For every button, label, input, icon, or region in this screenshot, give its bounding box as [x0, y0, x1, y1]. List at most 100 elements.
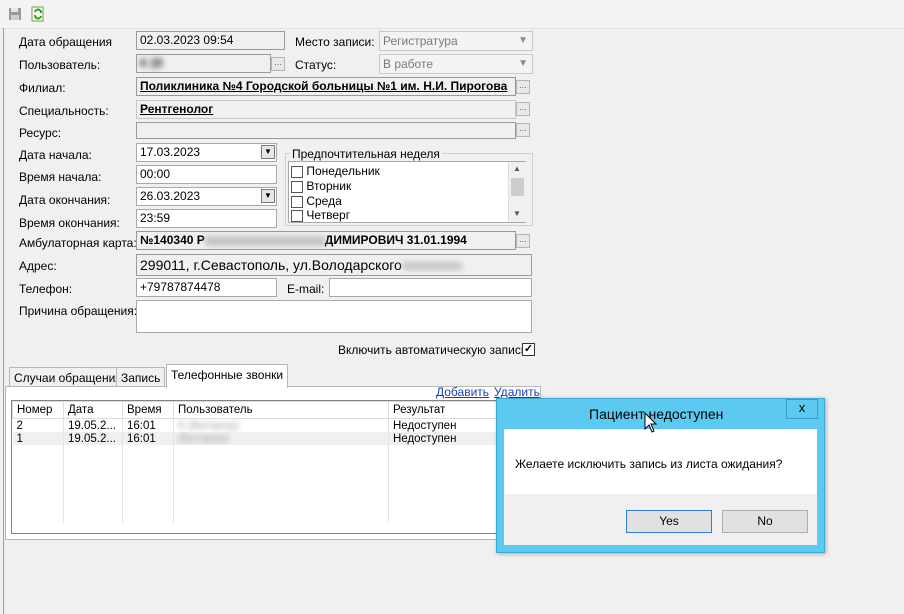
auto-record-checkbox[interactable]: ✓: [522, 343, 535, 356]
table-row-empty: [12, 458, 534, 471]
weekday-scrollbar[interactable]: ▲ ▼: [508, 162, 526, 222]
start-date-dropdown-icon[interactable]: ▼: [261, 145, 275, 159]
status-select-value: В работе: [383, 57, 434, 71]
date-field[interactable]: 02.03.2023 09:54: [136, 31, 285, 50]
end-date-label: Дата окончания:: [19, 193, 111, 207]
status-label: Статус:: [295, 58, 337, 72]
resource-select-button[interactable]: ...: [516, 123, 530, 137]
user-label: Пользователь:: [19, 58, 101, 72]
checkbox[interactable]: [291, 165, 303, 178]
address-redacted: [401, 262, 462, 271]
no-button[interactable]: No: [722, 510, 808, 533]
yes-button[interactable]: Yes: [626, 510, 712, 533]
weekday-label: Среда: [306, 194, 342, 208]
patient-unavailable-dialog: Пациент недоступен x Желаете исключить з…: [496, 398, 825, 553]
phone-field[interactable]: +79787874478: [136, 278, 277, 297]
end-date-value: 26.03.2023: [140, 189, 201, 203]
table-row[interactable]: 2 19.05.2... 16:01 К (Витакор) Недоступе…: [12, 418, 534, 432]
branch-field[interactable]: Поликлиника №4 Городской больницы №1 им.…: [136, 77, 516, 96]
calls-table: Номер Дата Время Пользователь Результат …: [12, 401, 534, 523]
mouse-cursor-icon: [644, 411, 658, 437]
table-row-empty: [12, 510, 534, 523]
address-field[interactable]: 299011, г.Севастополь, ул.Володарского: [136, 254, 532, 276]
email-label: E-mail:: [287, 282, 325, 296]
refresh-icon[interactable]: [29, 5, 47, 23]
cell-time: 16:01: [122, 432, 174, 445]
card-field[interactable]: №140340 Р ДИМИРОВИЧ 31.01.1994: [136, 231, 516, 250]
tab-cases[interactable]: Случаи обращения: [9, 367, 127, 387]
place-select[interactable]: Регистратура ▼: [379, 31, 533, 51]
delete-link[interactable]: Удалить: [494, 385, 540, 399]
checkbox[interactable]: [291, 195, 303, 208]
end-date-dropdown-icon[interactable]: ▼: [261, 189, 275, 203]
start-date-field[interactable]: 17.03.2023: [136, 143, 277, 162]
add-link[interactable]: Добавить: [436, 385, 489, 399]
table-row[interactable]: 1 19.05.2... 16:01 (Витакор) Недоступен: [12, 432, 534, 445]
end-time-field[interactable]: 23:59: [136, 209, 277, 228]
reason-field[interactable]: [136, 300, 532, 333]
column-header-number[interactable]: Номер: [12, 401, 64, 419]
dialog-close-button[interactable]: x: [786, 399, 818, 419]
reason-label: Причина обращения:: [19, 304, 138, 318]
cell-number: 1: [12, 432, 64, 445]
table-header-row: Номер Дата Время Пользователь Результат: [12, 401, 534, 419]
cell-number: 2: [12, 418, 64, 432]
chevron-up-icon[interactable]: ▲: [513, 164, 521, 173]
branch-label: Филиал:: [19, 81, 66, 95]
cell-user-value: (Витакор): [178, 432, 230, 445]
weekday-item-monday[interactable]: Понедельник: [291, 164, 380, 178]
specialty-field[interactable]: Рентгенолог: [136, 100, 516, 119]
user-field[interactable]: К (В: [136, 54, 271, 73]
cell-user: (Витакор): [173, 432, 389, 445]
start-date-value: 17.03.2023: [140, 145, 201, 159]
card-select-button[interactable]: ...: [516, 234, 530, 248]
weekday-item-tuesday[interactable]: Вторник: [291, 179, 351, 193]
start-date-label: Дата начала:: [19, 148, 92, 162]
email-field[interactable]: [329, 278, 532, 297]
branch-select-button[interactable]: ...: [516, 80, 530, 94]
cell-date: 19.05.2...: [63, 418, 123, 432]
end-date-field[interactable]: 26.03.2023: [136, 187, 277, 206]
weekday-label: Четверг: [306, 208, 351, 222]
card-value-suffix: ДИМИРОВИЧ 31.01.1994: [324, 233, 467, 247]
cell-date: 19.05.2...: [63, 432, 123, 445]
table-row-empty: [12, 445, 534, 458]
dialog-message: Желаете исключить запись из листа ожидан…: [515, 457, 783, 471]
tab-label: Телефонные звонки: [171, 368, 284, 382]
column-header-user[interactable]: Пользователь: [173, 401, 389, 419]
resource-label: Ресурс:: [19, 126, 62, 140]
end-time-label: Время окончания:: [19, 216, 120, 230]
weekday-item-thursday[interactable]: Четверг: [291, 208, 350, 222]
toolbar: [0, 0, 904, 29]
table-row-empty: [12, 484, 534, 497]
weekday-label: Понедельник: [306, 164, 380, 178]
tab-label: Запись: [121, 371, 161, 385]
user-field-value: К (В: [140, 56, 164, 70]
weekday-item-wednesday[interactable]: Среда: [291, 194, 342, 208]
scrollbar-thumb[interactable]: [511, 178, 524, 196]
user-select-button[interactable]: ...: [271, 57, 285, 71]
specialty-select-button[interactable]: ...: [516, 102, 530, 116]
start-time-field[interactable]: 00:00: [136, 165, 277, 184]
frame-border: [3, 28, 4, 614]
checkbox[interactable]: [291, 180, 303, 193]
close-icon: x: [798, 400, 806, 415]
dialog-titlebar[interactable]: Пациент недоступен x: [497, 399, 824, 429]
weekday-label: Вторник: [306, 179, 352, 193]
checkbox[interactable]: [291, 209, 303, 222]
column-header-time[interactable]: Время: [122, 401, 174, 419]
resource-field[interactable]: [136, 122, 516, 139]
cell-user-value: К (Витакор): [178, 419, 240, 432]
chevron-down-icon[interactable]: ▼: [513, 209, 521, 218]
card-value-prefix: №140340 Р: [140, 233, 205, 247]
dialog-body: Желаете исключить запись из листа ожидан…: [504, 429, 817, 494]
save-icon[interactable]: [6, 5, 24, 23]
column-header-date[interactable]: Дата: [63, 401, 123, 419]
tab-record[interactable]: Запись: [116, 367, 166, 387]
weekday-list[interactable]: Понедельник Вторник Среда Четверг ▲ ▼: [288, 161, 526, 223]
preferred-week-label: Предпочтительная неделя: [290, 147, 442, 161]
specialty-label: Специальность:: [19, 104, 109, 118]
place-label: Место записи:: [295, 35, 375, 49]
tab-phone-calls[interactable]: Телефонные звонки: [166, 364, 289, 388]
status-select[interactable]: В работе ▼: [379, 54, 533, 74]
